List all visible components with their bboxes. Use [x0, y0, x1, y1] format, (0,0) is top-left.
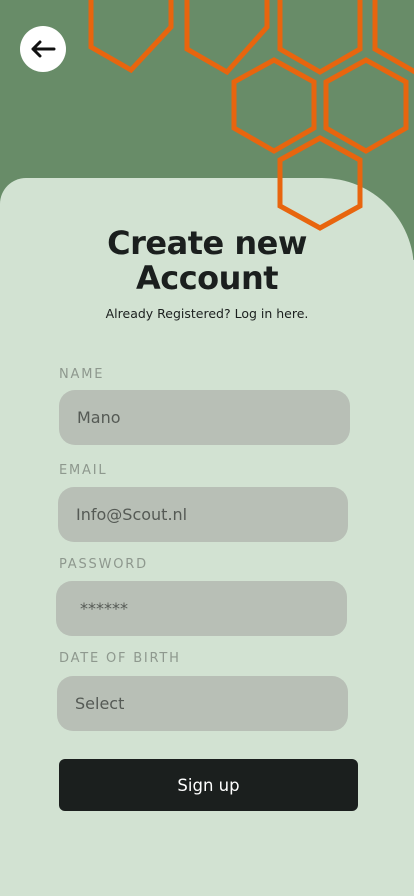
password-value: ******: [80, 599, 128, 618]
hexagon-shape: [184, 0, 270, 76]
password-label: PASSWORD: [59, 557, 148, 572]
page-title-line1: Create new: [107, 224, 307, 262]
hexagon-shape: [372, 0, 414, 75]
hexagon-shape: [323, 57, 409, 154]
signup-button[interactable]: Sign up: [59, 759, 358, 811]
name-label: NAME: [59, 367, 105, 382]
name-field[interactable]: Mano: [59, 390, 350, 445]
login-link[interactable]: Already Registered? Log in here.: [0, 306, 414, 321]
signup-screen: Create new Account Already Registered? L…: [0, 0, 414, 896]
dob-value: Select: [75, 694, 125, 713]
page-title-line2: Account: [135, 259, 279, 297]
name-value: Mano: [77, 408, 121, 427]
email-label: EMAIL: [59, 463, 108, 478]
password-field[interactable]: ******: [56, 581, 347, 636]
email-value: Info@Scout.nl: [76, 505, 188, 524]
back-button[interactable]: [20, 26, 66, 72]
hexagon-shape: [88, 0, 174, 74]
hexagon-shape: [231, 57, 317, 154]
dob-select[interactable]: Select: [57, 676, 348, 731]
page-title: Create new Account: [0, 226, 414, 296]
arrow-left-icon: [31, 40, 56, 58]
dob-label: DATE OF BIRTH: [59, 651, 181, 666]
hexagon-shape: [277, 0, 363, 75]
email-field[interactable]: Info@Scout.nl: [58, 487, 348, 542]
